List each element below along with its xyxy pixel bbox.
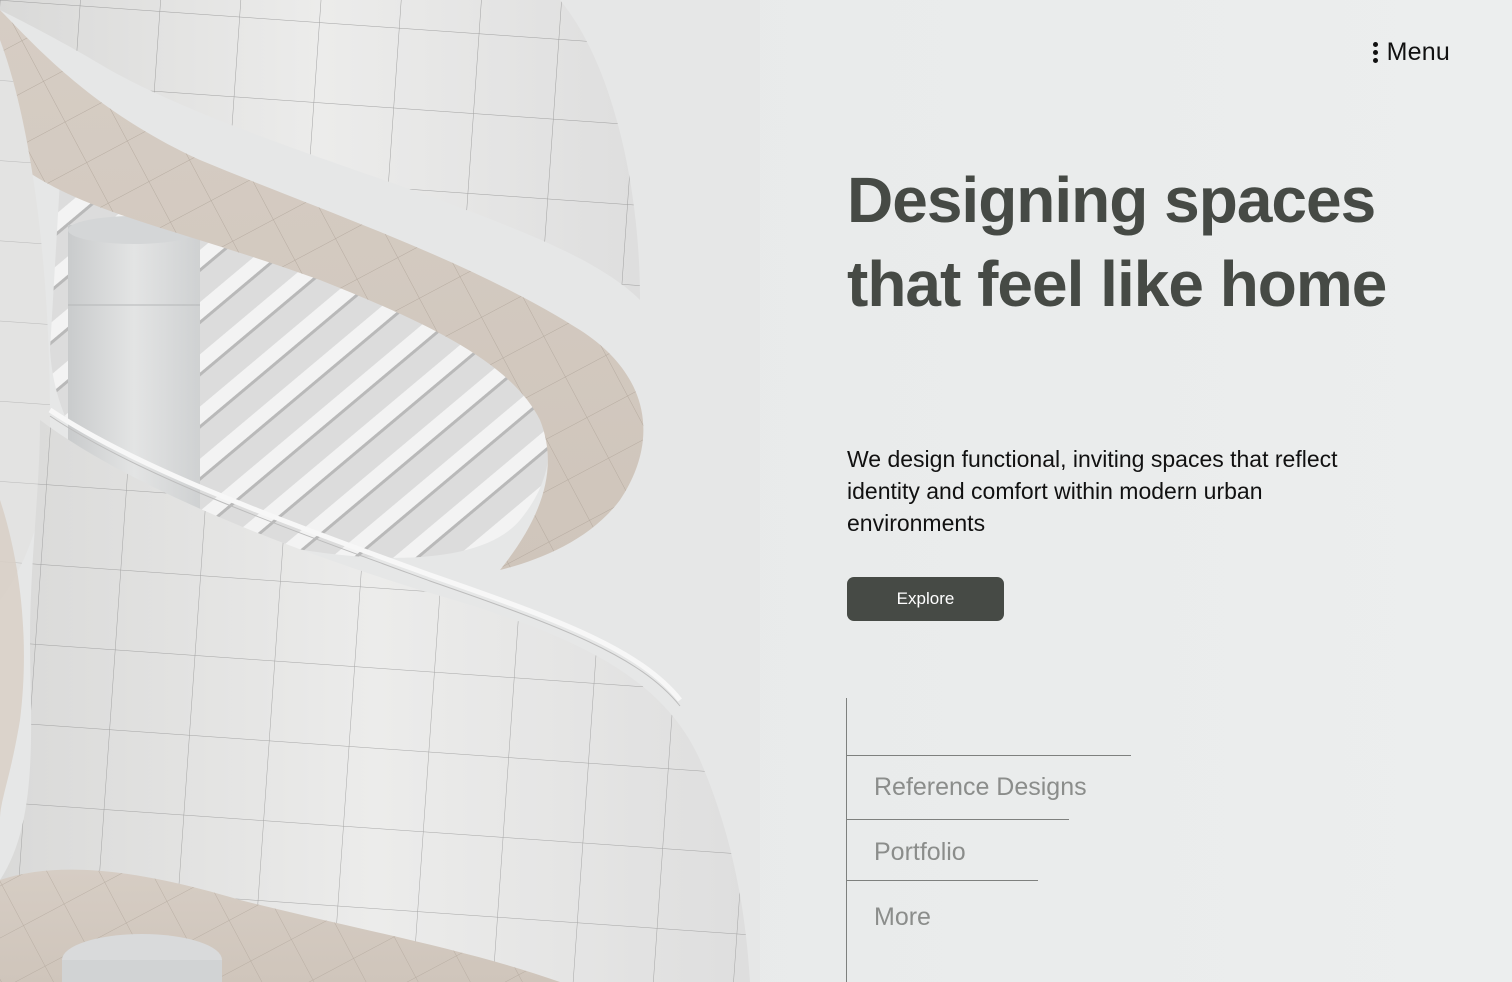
side-nav-item-reference-designs[interactable]: Reference Designs: [874, 773, 1087, 802]
vertical-dots-icon: [1373, 42, 1379, 63]
hero-headline: Designing spaces that feel like home: [847, 164, 1387, 320]
page: Menu Designing spaces that feel like hom…: [0, 0, 1512, 982]
menu-label: Menu: [1386, 38, 1450, 66]
side-nav-divider: [846, 698, 847, 982]
explore-button[interactable]: Explore: [847, 577, 1004, 621]
side-nav-rule: [846, 819, 1069, 820]
hero-subtext: We design functional, inviting spaces th…: [847, 446, 1338, 536]
menu-button[interactable]: Menu: [1373, 38, 1450, 67]
side-nav-rule: [846, 755, 1131, 756]
hero-architecture-image: [0, 0, 760, 982]
side-nav-item-more[interactable]: More: [874, 903, 931, 932]
side-nav-item-portfolio[interactable]: Portfolio: [874, 838, 966, 867]
side-nav-rule: [846, 880, 1038, 881]
